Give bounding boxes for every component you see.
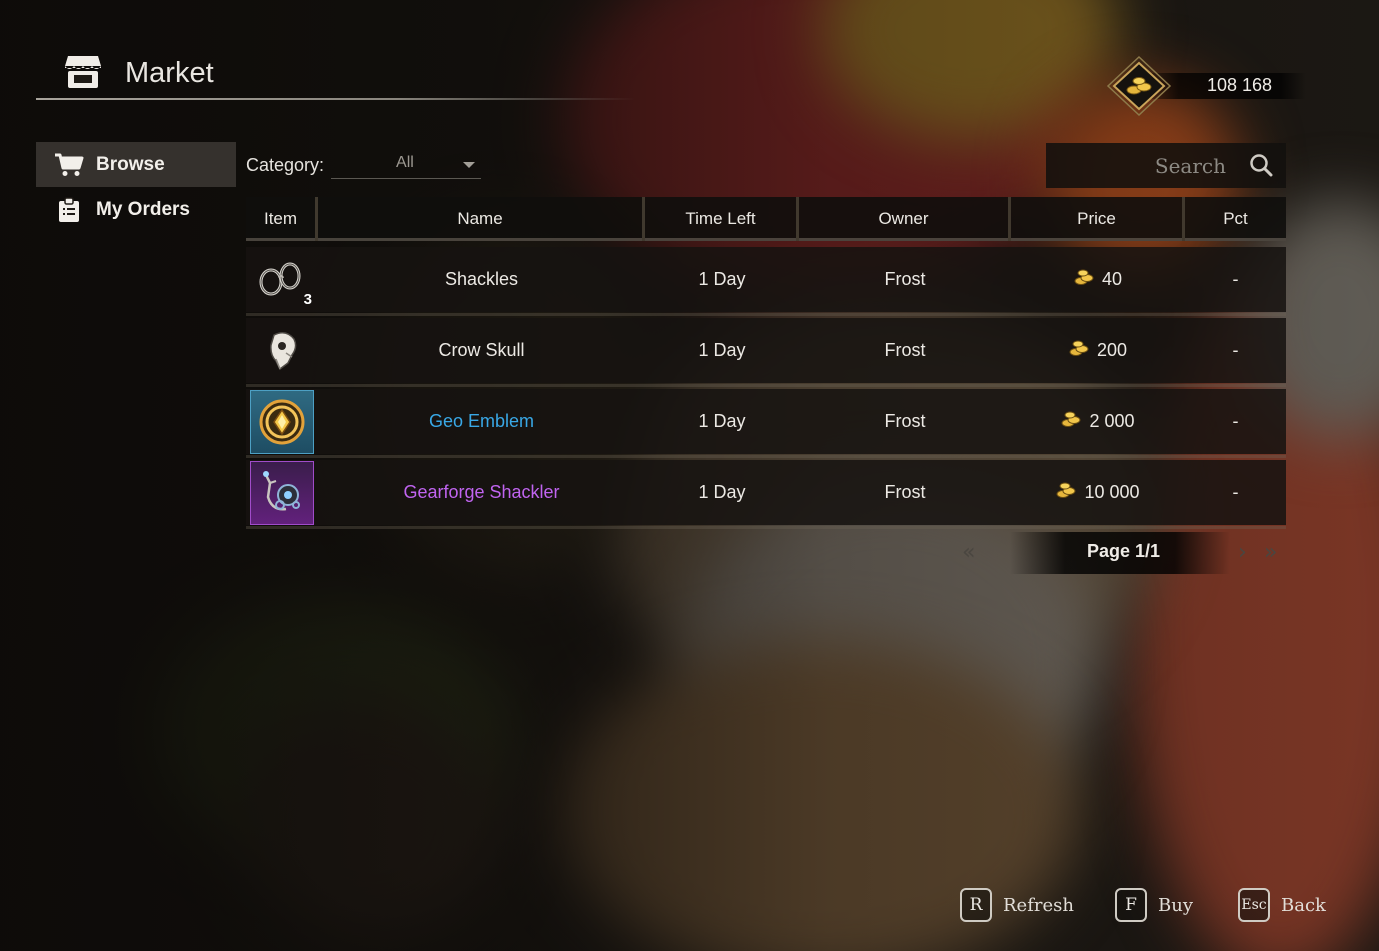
shackles-icon [259, 262, 301, 295]
pagination: « Page 1/1 › » [960, 532, 1286, 574]
pct: - [1232, 482, 1239, 502]
chevron-down-icon [463, 162, 476, 168]
column-header-name[interactable]: Name [318, 197, 645, 241]
market-stall-icon [64, 54, 102, 90]
currency-amount: 108 168 [1207, 75, 1273, 95]
price: 40 [1101, 269, 1123, 289]
owner: Frost [884, 482, 926, 502]
table-header: Item Name Time Left Owner Price Pct [246, 197, 1286, 241]
item-slot [250, 319, 314, 383]
search-box [1046, 143, 1286, 188]
pct: - [1232, 411, 1239, 431]
table-row[interactable]: Crow Skull 1 Day Frost 200 - [246, 318, 1286, 387]
item-slot [250, 460, 314, 525]
sidebar-item-browse[interactable]: Browse [36, 142, 236, 187]
gold-coins-icon [1106, 55, 1172, 117]
header-divider [36, 98, 636, 100]
gold-coins-icon [1069, 339, 1089, 362]
refresh-label: Refresh [1003, 894, 1074, 916]
buy-label: Buy [1158, 894, 1193, 916]
market-listings-table: Item Name Time Left Owner Price Pct 3 Sh… [246, 197, 1286, 529]
item-name: Geo Emblem [428, 411, 535, 431]
next-page-icon[interactable]: › [1238, 540, 1247, 565]
pct: - [1232, 340, 1239, 360]
page-indicator: Page 1/1 [1087, 541, 1161, 561]
sidebar-nav: Browse My Orders [36, 142, 236, 232]
category-filter: Category: All [246, 152, 482, 179]
table-row[interactable]: Geo Emblem 1 Day Frost 2 000 - [246, 389, 1286, 458]
item-name: Gearforge Shackler [403, 482, 560, 502]
buy-action[interactable]: F Buy [1115, 888, 1193, 922]
category-value: All [396, 154, 414, 171]
back-action[interactable]: Esc Back [1238, 888, 1326, 922]
sidebar-item-label: Browse [96, 153, 165, 175]
sidebar-item-my-orders[interactable]: My Orders [36, 187, 236, 232]
item-name: Crow Skull [438, 340, 525, 360]
owner: Frost [884, 411, 926, 431]
price: 2 000 [1089, 411, 1135, 431]
table-row[interactable]: Gearforge Shackler 1 Day Frost 10 000 - [246, 460, 1286, 529]
category-label: Category: [246, 155, 325, 175]
owner: Frost [884, 269, 926, 289]
clipboard-icon [54, 196, 84, 222]
gold-coins-icon [1056, 481, 1076, 504]
item-name: Shackles [444, 269, 519, 289]
item-quantity: 3 [303, 290, 312, 308]
key-r-icon: R [960, 888, 992, 922]
geo-emblem-icon [259, 399, 305, 444]
category-dropdown[interactable]: All [331, 152, 482, 179]
column-header-time-left[interactable]: Time Left [645, 197, 799, 241]
crow-skull-icon [270, 331, 297, 370]
sidebar-item-label: My Orders [96, 198, 190, 220]
table-row[interactable]: 3 Shackles 1 Day Frost 40 - [246, 247, 1286, 316]
currency-display: 108 168 [1106, 55, 1306, 117]
item-slot: 3 [250, 248, 314, 312]
owner: Frost [884, 340, 926, 360]
gold-coins-icon [1061, 410, 1081, 433]
key-esc-icon: Esc [1238, 888, 1270, 922]
key-f-icon: F [1115, 888, 1147, 922]
column-header-price[interactable]: Price [1011, 197, 1185, 241]
page-title: Market [125, 57, 214, 89]
last-page-icon[interactable]: » [1264, 540, 1277, 565]
cart-icon [54, 153, 84, 177]
gearforge-shackler-icon [263, 470, 300, 510]
search-input[interactable] [1046, 143, 1236, 188]
column-header-item[interactable]: Item [246, 197, 318, 241]
price: 10 000 [1084, 482, 1140, 502]
time-left: 1 Day [698, 411, 746, 431]
time-left: 1 Day [698, 340, 746, 360]
first-page-icon[interactable]: « [962, 540, 975, 565]
column-header-owner[interactable]: Owner [799, 197, 1011, 241]
gold-coins-icon [1074, 268, 1094, 291]
refresh-action[interactable]: R Refresh [960, 888, 1074, 922]
search-icon[interactable] [1249, 153, 1273, 181]
pct: - [1232, 269, 1239, 289]
back-label: Back [1281, 894, 1326, 916]
item-slot [250, 389, 314, 454]
time-left: 1 Day [698, 482, 746, 502]
column-header-pct[interactable]: Pct [1185, 197, 1286, 241]
price: 200 [1096, 340, 1128, 360]
time-left: 1 Day [698, 269, 746, 289]
